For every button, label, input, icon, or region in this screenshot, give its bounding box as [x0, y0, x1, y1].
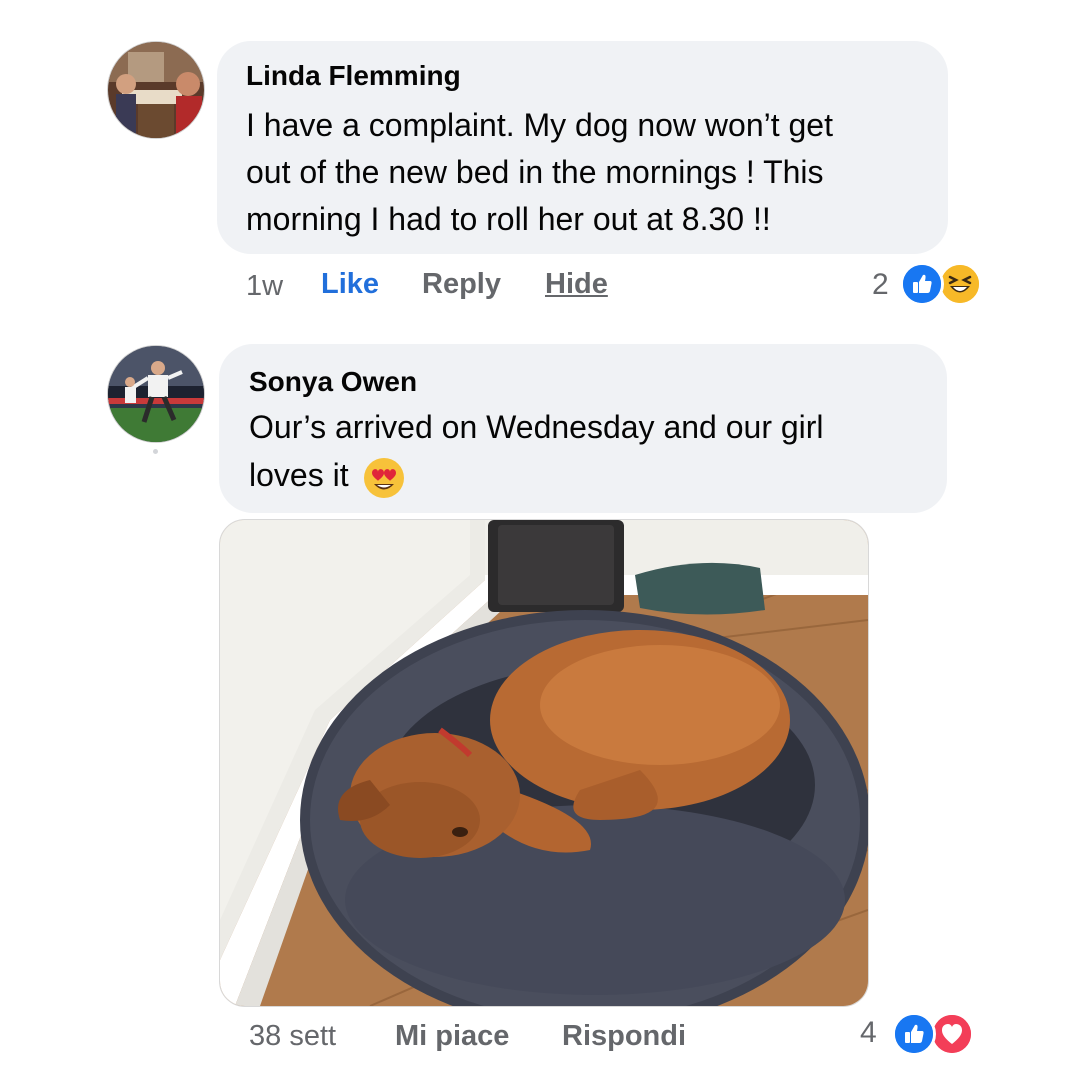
avatar-sonya[interactable]	[107, 345, 205, 443]
like-button[interactable]: Like	[321, 268, 379, 301]
haha-icon	[938, 262, 982, 306]
thread-dot	[153, 449, 158, 454]
comment-text-line-with-emoji: loves it	[249, 452, 405, 499]
reaction-count[interactable]: 2	[872, 268, 889, 302]
reply-button[interactable]: Rispondi	[562, 1020, 686, 1053]
love-icon	[930, 1012, 974, 1056]
like-button[interactable]: Mi piace	[395, 1020, 509, 1053]
comment-text-line: morning I had to roll her out at 8.30 !!	[246, 201, 771, 237]
comment-text-line: I have a complaint. My dog now won’t get	[246, 107, 833, 143]
comment-text-line: out of the new bed in the mornings ! Thi…	[246, 154, 824, 190]
comment-text-line: Our’s arrived on Wednesday and our girl	[249, 409, 824, 445]
comment-timestamp[interactable]: 1w	[246, 270, 283, 303]
comment-author[interactable]: Sonya Owen	[249, 366, 417, 398]
hide-button[interactable]: Hide	[545, 268, 608, 301]
reply-button[interactable]: Reply	[422, 268, 501, 301]
comment-author[interactable]: Linda Flemming	[246, 60, 461, 92]
heart-eyes-emoji	[363, 457, 405, 499]
avatar-linda[interactable]	[107, 41, 205, 139]
like-icon	[892, 1012, 936, 1056]
like-icon	[900, 262, 944, 306]
comment-text: loves it	[249, 457, 349, 493]
reaction-count[interactable]: 4	[860, 1016, 877, 1050]
dog-in-bed-photo[interactable]	[219, 519, 869, 1007]
comment-timestamp[interactable]: 38 sett	[249, 1020, 336, 1053]
